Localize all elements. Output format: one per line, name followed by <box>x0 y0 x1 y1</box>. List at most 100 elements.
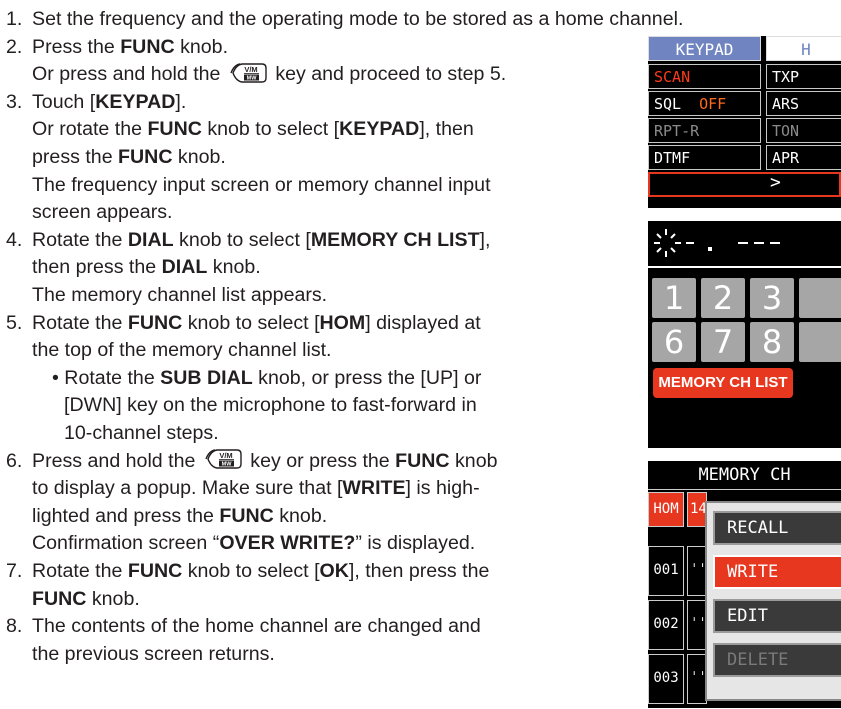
step-text: Confirmation screen “ <box>32 532 220 555</box>
menu-item-value: OFF <box>699 95 727 113</box>
bold-term: FUNC <box>219 504 274 527</box>
step-text: knob to select [ <box>182 560 320 582</box>
menu-screen-image: KEYPAD H SCAN SQL OFF RPT-R DTMF TXP ARS TON AP… <box>648 36 841 208</box>
step-text: then press the <box>32 256 162 279</box>
step-text: the top of the memory channel list. <box>32 339 332 362</box>
step-line: [DWN] key on the microphone to fast-forw… <box>64 392 477 420</box>
step-line: 10-channel steps. <box>64 420 219 448</box>
arrow-right-icon: > <box>770 172 781 193</box>
step-text: press the <box>32 146 119 168</box>
step-number: 6. <box>6 449 23 472</box>
step-line: The memory channel list appears. <box>32 282 327 310</box>
step-line: Rotate the DIAL knob to select [MEMORY C… <box>32 227 490 255</box>
step-line: Confirmation screen “OVER WRITE?” is dis… <box>32 530 475 558</box>
menu-item-rpt-r: RPT-R <box>648 118 761 143</box>
step-line: to display a popup. Make sure that [WRIT… <box>32 475 480 503</box>
step-text: knob. <box>207 256 261 279</box>
step-line: the top of the memory channel list. <box>32 337 332 365</box>
step-text: the previous screen returns. <box>32 642 275 665</box>
keypad-key-1: 1 <box>652 278 696 318</box>
key-label-bottom: MW <box>221 462 232 468</box>
step-text: The memory channel list appears. <box>32 284 328 306</box>
memory-row-001: 001 <box>648 546 684 596</box>
popup-item-write: WRITE <box>713 555 841 589</box>
keypad-key-7: 7 <box>701 322 745 362</box>
bold-term: FUNC <box>147 118 202 141</box>
menu-item-label: DTMF <box>654 149 691 167</box>
menu-item-apr: APR <box>766 145 841 170</box>
bold-term: KEYPAD <box>95 90 176 113</box>
step-line: screen appears. <box>32 199 173 227</box>
step-text: Touch [ <box>32 90 96 113</box>
keypad-screen-image: 123 678 MEMORY CH LIST <box>648 221 841 448</box>
step-line: Rotate the FUNC knob to select [HOM] dis… <box>32 310 481 338</box>
step-text: knob. <box>172 146 226 168</box>
step-text: to display a popup. Make sure that [ <box>32 477 343 500</box>
memory-row-freq: ˈˈ <box>687 654 707 704</box>
step-number: 1. <box>6 8 23 30</box>
popup-item-recall: RECALL <box>713 511 841 545</box>
step-text: ]. <box>175 90 187 113</box>
step-text: ] displayed at <box>365 311 481 334</box>
step-line: Press and hold the V/M MW key or press th… <box>32 448 498 476</box>
bold-term: FUNC <box>118 146 173 168</box>
step-text: lighted and press the <box>32 504 220 527</box>
step-line: Or rotate the FUNC knob to select [KEYPA… <box>32 116 474 144</box>
step-text: [DWN] key on the microphone to fast-forw… <box>64 394 477 417</box>
tab-other: H <box>766 36 841 61</box>
memory-row-freq: ˈˈ <box>687 600 707 650</box>
step-text: • Rotate the <box>52 366 161 389</box>
step-line: Press the FUNC knob. <box>32 34 228 62</box>
step-number: 4. <box>6 228 23 251</box>
step-text: Rotate the <box>32 228 128 251</box>
vm-mw-key-icon: V/M MW <box>228 62 268 84</box>
keypad-key-6: 6 <box>652 322 696 362</box>
step-number: 7. <box>6 560 23 582</box>
keypad-key-2: 2 <box>701 278 745 318</box>
step-line: The frequency input screen or memory cha… <box>32 172 491 200</box>
step-line: the previous screen returns. <box>32 641 275 669</box>
popup-item-edit: EDIT <box>713 599 841 633</box>
menu-item-ton: TON <box>766 118 841 143</box>
step-text: ” is displayed. <box>355 532 476 555</box>
step-text: Rotate the <box>32 560 128 582</box>
bold-term: FUNC <box>127 311 183 334</box>
popup-item-delete: DELETE <box>713 643 841 677</box>
step-text: Or press and hold the <box>32 63 226 86</box>
step-line: Rotate the FUNC knob to select [OK], the… <box>32 558 489 586</box>
step-number: 5. <box>6 311 23 334</box>
bold-term: FUNC <box>120 35 175 58</box>
memory-row-freq: ˈˈ <box>687 546 707 596</box>
menu-item-dtmf: DTMF <box>648 145 761 170</box>
bold-term: FUNC <box>127 560 183 582</box>
step-text: 10-channel steps. <box>64 422 219 444</box>
step-text: ], <box>479 228 491 251</box>
menu-item-txp: TXP <box>766 64 841 89</box>
step-text: screen appears. <box>32 201 173 224</box>
step-line: press the FUNC knob. <box>32 144 226 172</box>
menu-item-scan: SCAN <box>648 64 761 89</box>
step-line: lighted and press the FUNC knob. <box>32 503 327 531</box>
step-text: knob to select [ <box>201 118 340 141</box>
key-label-top: V/M <box>219 451 232 460</box>
step-line: then press the DIAL knob. <box>32 254 261 282</box>
step-text: Or rotate the <box>32 118 148 141</box>
bold-term: HOM <box>319 311 366 334</box>
step-text: Set the frequency and the operating mode… <box>32 8 684 30</box>
step-text: Rotate the <box>32 311 128 334</box>
step-text: knob. <box>86 587 140 610</box>
step-text: key or press the <box>244 449 396 472</box>
step-text: knob to select [ <box>182 311 320 334</box>
key-label-bottom: MW <box>246 76 257 82</box>
keypad-key-8: 8 <box>750 322 794 362</box>
menu-item-ars: ARS <box>766 91 841 116</box>
step-text: Press the <box>32 35 121 58</box>
bold-term: FUNC <box>395 449 450 472</box>
popup-menu: RECALL WRITE EDIT DELETE <box>705 501 841 701</box>
step-text: ], then <box>419 118 474 141</box>
menu-item-label: SQL <box>654 95 682 113</box>
step-line: FUNC knob. <box>32 586 140 614</box>
step-line: Set the frequency and the operating mode… <box>32 6 683 34</box>
bold-term: FUNC <box>32 587 87 610</box>
step-text: knob. <box>174 35 229 58</box>
